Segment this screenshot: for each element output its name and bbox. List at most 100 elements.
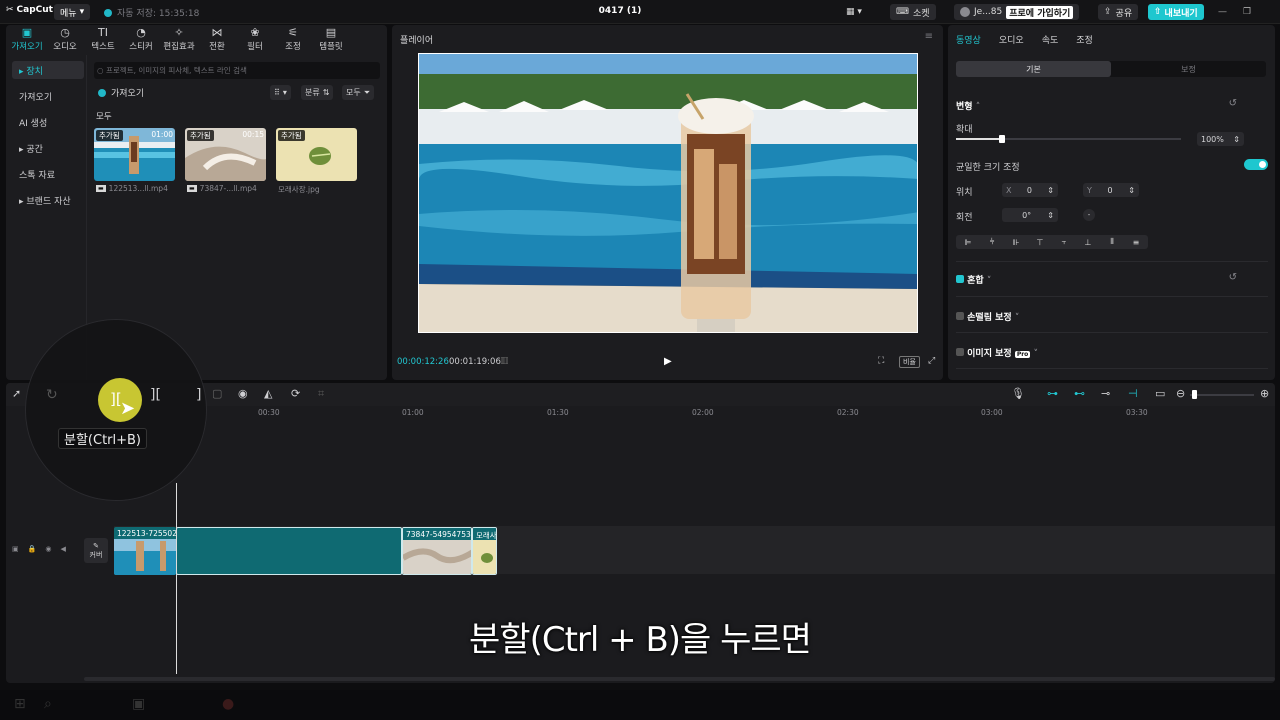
rotation-dial[interactable]: -	[1083, 209, 1095, 221]
tab-sticker[interactable]: ◔ 스티커	[122, 27, 160, 53]
split-button[interactable]: ][ ➤	[98, 378, 142, 422]
align-left-icon[interactable]: ⊫	[956, 235, 980, 249]
timeline-clip-1[interactable]: 122513-7255029	[114, 527, 176, 575]
freeze-icon[interactable]: ▢	[212, 387, 222, 400]
taskbar-app-icon[interactable]: ●	[222, 696, 234, 712]
side-item-ai[interactable]: AI 생성	[12, 113, 84, 131]
speed-icon[interactable]: ◉	[238, 387, 248, 400]
preview-axis-icon[interactable]: ⊣	[1128, 387, 1138, 400]
blend-section[interactable]: 혼합 ˅	[956, 273, 991, 286]
position-y-input[interactable]: Y 0 ⇕	[1083, 183, 1139, 197]
tab-speed[interactable]: 속도	[1042, 33, 1059, 46]
blend-checkbox[interactable]	[956, 275, 964, 283]
side-item-device[interactable]: ▸ 장치	[12, 61, 84, 79]
timecode-grid-icon[interactable]: ▥	[500, 356, 509, 366]
filter-all-button[interactable]: 모두 ⏷	[342, 85, 375, 100]
timeline-clip-3[interactable]: 모래사	[472, 527, 497, 575]
media-item-video-2[interactable]: 추가됨 00:15	[185, 128, 266, 181]
timeline-clip-selected[interactable]	[176, 527, 402, 575]
menu-button[interactable]: 메뉴 ▾	[54, 4, 91, 20]
tab-adjust[interactable]: ⚟ 조정	[274, 27, 312, 53]
timeline-scrollbar[interactable]	[84, 677, 1275, 681]
avatar[interactable]	[960, 7, 970, 17]
side-item-brand[interactable]: ▸ 브랜드 자산	[12, 191, 84, 209]
tab-audio[interactable]: 오디오	[999, 33, 1024, 46]
pro-signup-button[interactable]: 프로에 가입하기	[1006, 5, 1074, 19]
menu-icon[interactable]: ≡	[925, 31, 933, 42]
scale-input[interactable]: 100% ⇕	[1197, 132, 1244, 146]
video-preview[interactable]	[418, 53, 918, 333]
media-item-image[interactable]: 추가됨	[276, 128, 357, 181]
mirror-icon[interactable]: ◭	[264, 387, 272, 400]
crop-icon[interactable]: ⌗	[318, 387, 324, 401]
align-top-icon[interactable]: ⊤	[1028, 235, 1052, 249]
play-button[interactable]: ▶	[664, 356, 672, 367]
restore-button[interactable]: ❐	[1243, 4, 1251, 20]
scale-slider-handle[interactable]	[999, 135, 1005, 143]
search-icon[interactable]: ⌕	[44, 696, 52, 712]
position-x-input[interactable]: X 0 ⇕	[1002, 183, 1058, 197]
side-item-import[interactable]: 가져오기	[12, 87, 84, 105]
lock-icon[interactable]: 🔒	[28, 545, 37, 553]
stabilize-section[interactable]: 손떨림 보정 ˅	[956, 310, 1019, 323]
view-mode-button[interactable]: ⠿ ▾	[270, 85, 291, 100]
image-fix-checkbox[interactable]	[956, 348, 964, 356]
distribute-v-icon[interactable]: ≡	[1124, 235, 1148, 249]
side-item-space[interactable]: ▸ 공간	[12, 139, 84, 157]
select-tool-icon[interactable]: ➚	[12, 387, 21, 400]
shortcut-button[interactable]: ⌨ 소켓	[890, 4, 936, 20]
zoom-slider[interactable]	[1190, 394, 1254, 396]
rotation-input[interactable]: 0° ⇕	[1002, 208, 1058, 222]
import-button[interactable]: 가져오기	[98, 86, 144, 99]
playhead[interactable]	[176, 483, 177, 674]
speaker-icon[interactable]: ◀	[60, 545, 65, 553]
align-right-icon[interactable]: ⊪	[1004, 235, 1028, 249]
tab-video[interactable]: 동영상	[956, 33, 981, 46]
side-item-stock[interactable]: 스톡 자료	[12, 165, 84, 183]
windows-icon[interactable]: ⊞	[14, 696, 26, 712]
distribute-h-icon[interactable]: ⫴	[1100, 235, 1124, 249]
segment-basic[interactable]: 기본	[956, 61, 1111, 77]
eye-icon[interactable]: ◉	[45, 545, 51, 553]
tab-filter[interactable]: ❀ 필터	[236, 27, 274, 53]
timeline-clip-2[interactable]: 73847-549547533	[402, 527, 472, 575]
export-button[interactable]: ⇧ 내보내기	[1148, 4, 1204, 20]
tab-transition[interactable]: ⋈ 전환	[198, 27, 236, 53]
fullscreen-button[interactable]: ⤢	[928, 356, 935, 366]
align-bottom-icon[interactable]: ⊥	[1076, 235, 1100, 249]
fullscreen-crop-button[interactable]: ⛶	[878, 356, 884, 366]
cover-button[interactable]: ✎ 커버	[84, 538, 108, 563]
zoom-in-icon[interactable]: ⊕	[1260, 387, 1269, 400]
align-center-h-icon[interactable]: ⫩	[980, 235, 1004, 249]
time-ruler[interactable]: 00:30 01:00 01:30 02:00 02:30 03:00 03:3…	[206, 406, 1275, 422]
aspect-ratio-button[interactable]: 비율	[899, 356, 920, 368]
image-fix-section[interactable]: 이미지 보정 Pro ˅	[956, 346, 1038, 359]
caption-icon[interactable]: ▭	[1155, 387, 1165, 400]
track-toggle-icon[interactable]: ▣	[12, 545, 19, 553]
uniform-scale-toggle[interactable]	[1244, 159, 1268, 170]
main-track-magnet-icon[interactable]: ⊶	[1047, 387, 1058, 400]
microphone-icon[interactable]: 🎙	[1011, 387, 1025, 400]
reset-icon[interactable]: ↺	[1229, 98, 1237, 109]
taskbar-app-icon[interactable]: ▣	[132, 696, 145, 712]
minimize-button[interactable]: —	[1218, 4, 1227, 20]
stabilize-checkbox[interactable]	[956, 312, 964, 320]
tab-audio[interactable]: ◷ 오디오	[46, 27, 84, 53]
link-icon[interactable]: ⊸	[1101, 387, 1110, 400]
media-search-input[interactable]: ○ 프로젝트, 이미지의 피사체, 텍스트 라인 검색	[94, 62, 380, 79]
share-button[interactable]: ⇪ 공유	[1098, 4, 1139, 20]
account-area[interactable]: Je...85 프로에 가입하기	[954, 4, 1080, 20]
tab-effects[interactable]: ✧ 편집효과	[160, 27, 198, 53]
tab-template[interactable]: ▤ 템플릿	[312, 27, 350, 53]
zoom-out-icon[interactable]: ⊖	[1176, 387, 1185, 400]
tab-text[interactable]: TI 텍스트	[84, 27, 122, 53]
sort-button[interactable]: 분류 ⇅	[301, 85, 334, 100]
align-center-v-icon[interactable]: ⫟	[1052, 235, 1076, 249]
transform-heading[interactable]: 변형 ˄	[956, 99, 980, 112]
media-item-video-1[interactable]: 추가됨 01:00	[94, 128, 175, 181]
tab-adjust[interactable]: 조정	[1076, 33, 1093, 46]
layout-button[interactable]: ▦ ▾	[846, 4, 862, 20]
segment-correction[interactable]: 보정	[1111, 61, 1266, 77]
zoom-slider-handle[interactable]	[1192, 390, 1197, 399]
rotate-icon[interactable]: ⟳	[291, 387, 300, 400]
